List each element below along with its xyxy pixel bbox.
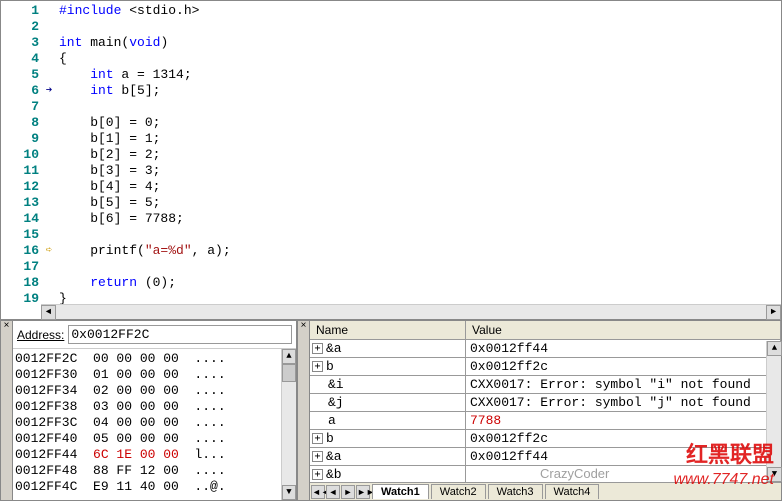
watch-value: 0x0012ff44 [466,448,781,465]
expand-icon[interactable]: + [312,343,323,354]
code-text-area[interactable]: #include <stdio.h>int main(void){ int a … [57,1,781,306]
address-label: Address: [17,328,68,342]
watch-row[interactable]: &i CXX0017: Error: symbol "i" not found [310,376,781,394]
scroll-thumb[interactable] [282,364,296,382]
watch-name: &j [328,394,344,412]
watch-tabs: ◄◄◄►►►Watch1Watch2Watch3Watch4 [310,482,781,500]
expand-icon[interactable]: + [312,361,323,372]
expand-icon[interactable]: + [312,433,323,444]
watch-vertical-scrollbar[interactable]: ▲ ▼ [766,341,781,482]
tab-nav-button[interactable]: ► [341,485,355,499]
tab-nav-button[interactable]: ◄◄ [311,485,325,499]
scroll-up-button[interactable]: ▲ [767,341,782,356]
watch-value [466,466,781,482]
watch-row[interactable]: +&a 0x0012ff44 [310,340,781,358]
watch-header-value[interactable]: Value [466,321,781,339]
watch-value: 0x0012ff44 [466,340,781,357]
watch-name: b [326,358,334,376]
watch-value: 0x0012ff2c [466,358,781,375]
address-input[interactable] [68,325,292,344]
watch-rows[interactable]: +&a0x0012ff44+b0x0012ff2c&iCXX0017: Erro… [310,340,781,482]
watch-row[interactable]: +b 0x0012ff2c [310,358,781,376]
memory-close-button[interactable]: × [1,321,13,500]
watch-row[interactable]: +&b [310,466,781,482]
watch-tab[interactable]: Watch1 [372,484,429,499]
watch-panel: × Name Value +&a0x0012ff44+b0x0012ff2c&i… [297,320,782,501]
tab-nav-button[interactable]: ►► [356,485,370,499]
watch-value: 7788 [466,412,781,429]
watch-tab[interactable]: Watch4 [545,484,600,499]
horizontal-scrollbar[interactable]: ◄ ► [41,304,781,319]
watch-tab[interactable]: Watch2 [431,484,486,499]
watch-header-name[interactable]: Name [310,321,466,339]
expand-icon[interactable]: + [312,451,323,462]
watch-value: CXX0017: Error: symbol "j" not found [466,394,781,411]
watch-value: 0x0012ff2c [466,430,781,447]
scroll-left-button[interactable]: ◄ [41,305,56,320]
watch-name: &a [326,340,342,358]
expand-icon[interactable]: + [312,469,323,480]
watch-tab[interactable]: Watch3 [488,484,543,499]
marker-column: ➔➪ [41,1,57,306]
watch-value: CXX0017: Error: symbol "i" not found [466,376,781,393]
scroll-down-button[interactable]: ▼ [767,467,782,482]
watch-row[interactable]: a 7788 [310,412,781,430]
memory-vertical-scrollbar[interactable]: ▲ ▼ [281,349,296,500]
watch-name: b [326,430,334,448]
watch-name: &a [326,448,342,466]
watch-row[interactable]: +&a 0x0012ff44 [310,448,781,466]
watch-name: a [328,412,336,430]
scroll-down-button[interactable]: ▼ [282,485,296,500]
watch-row[interactable]: +b 0x0012ff2c [310,430,781,448]
watch-header: Name Value [310,321,781,340]
tab-nav-button[interactable]: ◄ [326,485,340,499]
watch-name: &b [326,466,342,483]
scroll-up-button[interactable]: ▲ [282,349,296,364]
scroll-right-button[interactable]: ► [766,305,781,320]
watch-row[interactable]: &j CXX0017: Error: symbol "j" not found [310,394,781,412]
line-number-gutter: 12345678910111213141516171819 [1,1,41,306]
watch-close-button[interactable]: × [298,321,310,500]
watch-name: &i [328,376,344,394]
memory-hex-view[interactable]: 0012FF2C 00 00 00 00 ....0012FF30 01 00 … [13,349,296,500]
code-editor-panel: 12345678910111213141516171819 ➔➪ #includ… [0,0,782,320]
memory-panel: × Address: 0012FF2C 00 00 00 00 ....0012… [0,320,297,501]
